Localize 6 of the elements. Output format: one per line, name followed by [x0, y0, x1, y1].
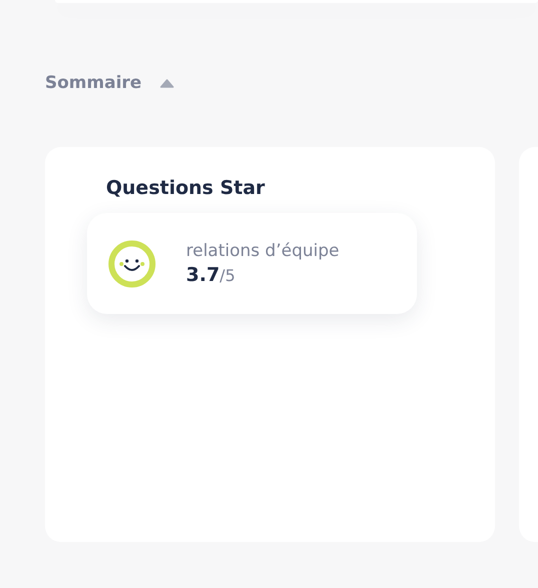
score-value: 3.7/5	[186, 264, 236, 286]
section-title: Sommaire	[45, 73, 142, 93]
card-title: Questions Star	[106, 177, 266, 199]
item-label: relations d’équipe	[186, 241, 340, 261]
smiley-icon	[108, 240, 156, 288]
caret-icon[interactable]	[160, 78, 174, 88]
